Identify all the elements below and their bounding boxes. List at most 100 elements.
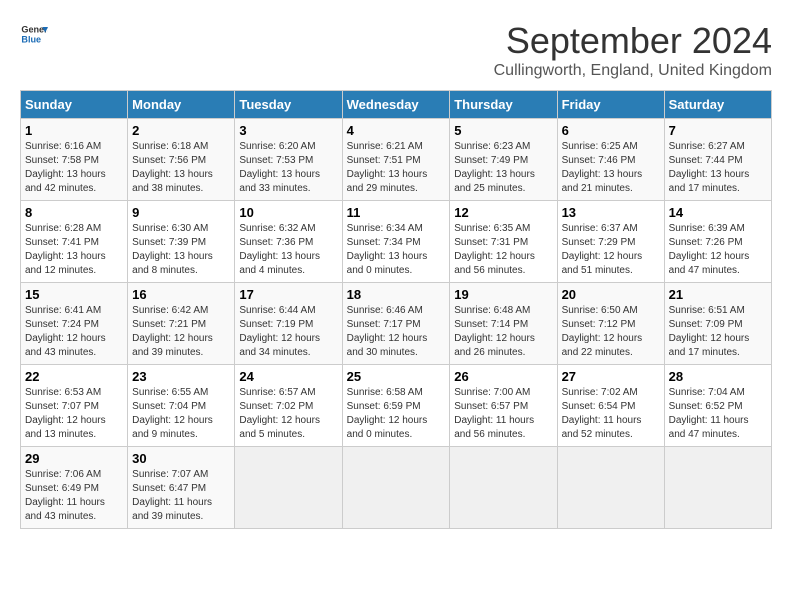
calendar-cell: 15 Sunrise: 6:41 AM Sunset: 7:24 PM Dayli… — [21, 283, 128, 365]
day-info: Sunrise: 7:00 AM Sunset: 6:57 PM Dayligh… — [454, 387, 534, 440]
calendar-cell: 25Sunrise: 6:58 AM Sunset: 6:59 PM Dayli… — [342, 365, 450, 447]
calendar-cell — [664, 447, 771, 529]
day-number: 4 — [347, 123, 446, 138]
day-number: 11 — [347, 205, 446, 220]
calendar-cell: 13Sunrise: 6:37 AM Sunset: 7:29 PM Dayli… — [557, 201, 664, 283]
day-number: 25 — [347, 369, 446, 384]
calendar-week-row: 29Sunrise: 7:06 AM Sunset: 6:49 PM Dayli… — [21, 447, 772, 529]
calendar-cell: 5 Sunrise: 6:23 AM Sunset: 7:49 PM Daylig… — [450, 119, 557, 201]
calendar-cell: 24Sunrise: 6:57 AM Sunset: 7:02 PM Dayli… — [235, 365, 342, 447]
day-info: Sunrise: 6:51 AM Sunset: 7:09 PM Dayligh… — [669, 305, 750, 358]
day-number: 5 — [454, 123, 552, 138]
day-number: 14 — [669, 205, 767, 220]
calendar-cell: 26 Sunrise: 7:00 AM Sunset: 6:57 PM Dayli… — [450, 365, 557, 447]
calendar-title: September 2024 — [494, 20, 772, 62]
calendar-cell: 23 Sunrise: 6:55 AM Sunset: 7:04 PM Dayli… — [128, 365, 235, 447]
day-info: Sunrise: 6:25 AM Sunset: 7:46 PM Dayligh… — [562, 141, 643, 194]
calendar-week-row: 15 Sunrise: 6:41 AM Sunset: 7:24 PM Dayli… — [21, 283, 772, 365]
day-number: 20 — [562, 287, 660, 302]
calendar-cell: 7 Sunrise: 6:27 AM Sunset: 7:44 PM Daylig… — [664, 119, 771, 201]
day-info: Sunrise: 6:55 AM Sunset: 7:04 PM Dayligh… — [132, 387, 213, 440]
day-number: 17 — [239, 287, 337, 302]
calendar-subtitle: Cullingworth, England, United Kingdom — [494, 62, 772, 80]
day-info: Sunrise: 6:32 AM Sunset: 7:36 PM Dayligh… — [239, 223, 320, 276]
day-info: Sunrise: 6:27 AM Sunset: 7:44 PM Dayligh… — [669, 141, 750, 194]
day-info: Sunrise: 6:42 AM Sunset: 7:21 PM Dayligh… — [132, 305, 213, 358]
day-info: Sunrise: 6:35 AM Sunset: 7:31 PM Dayligh… — [454, 223, 535, 276]
day-number: 28 — [669, 369, 767, 384]
day-info: Sunrise: 7:06 AM Sunset: 6:49 PM Dayligh… — [25, 469, 105, 522]
calendar-cell: 22 Sunrise: 6:53 AM Sunset: 7:07 PM Dayli… — [21, 365, 128, 447]
calendar-cell: 11Sunrise: 6:34 AM Sunset: 7:34 PM Dayli… — [342, 201, 450, 283]
logo-icon: General Blue — [20, 20, 48, 48]
day-number: 12 — [454, 205, 552, 220]
day-number: 9 — [132, 205, 230, 220]
day-info: Sunrise: 6:50 AM Sunset: 7:12 PM Dayligh… — [562, 305, 643, 358]
calendar-cell: 30 Sunrise: 7:07 AM Sunset: 6:47 PM Dayli… — [128, 447, 235, 529]
day-number: 30 — [132, 451, 230, 466]
calendar-cell: 9 Sunrise: 6:30 AM Sunset: 7:39 PM Daylig… — [128, 201, 235, 283]
calendar-cell — [557, 447, 664, 529]
calendar-cell: 27 Sunrise: 7:02 AM Sunset: 6:54 PM Dayli… — [557, 365, 664, 447]
day-info: Sunrise: 6:16 AM Sunset: 7:58 PM Dayligh… — [25, 141, 106, 194]
day-info: Sunrise: 7:07 AM Sunset: 6:47 PM Dayligh… — [132, 469, 212, 522]
day-info: Sunrise: 6:46 AM Sunset: 7:17 PM Dayligh… — [347, 305, 428, 358]
day-number: 3 — [239, 123, 337, 138]
day-info: Sunrise: 6:21 AM Sunset: 7:51 PM Dayligh… — [347, 141, 428, 194]
header: General Blue September 2024 Cullingworth… — [20, 20, 772, 80]
day-number: 15 — [25, 287, 123, 302]
day-info: Sunrise: 6:30 AM Sunset: 7:39 PM Dayligh… — [132, 223, 213, 276]
calendar-cell: 14 Sunrise: 6:39 AM Sunset: 7:26 PM Dayli… — [664, 201, 771, 283]
weekday-header-cell: Tuesday — [235, 91, 342, 119]
calendar-cell: 28 Sunrise: 7:04 AM Sunset: 6:52 PM Dayli… — [664, 365, 771, 447]
calendar-cell: 10 Sunrise: 6:32 AM Sunset: 7:36 PM Dayli… — [235, 201, 342, 283]
calendar-cell: 19Sunrise: 6:48 AM Sunset: 7:14 PM Dayli… — [450, 283, 557, 365]
title-area: September 2024 Cullingworth, England, Un… — [494, 20, 772, 80]
day-info: Sunrise: 6:20 AM Sunset: 7:53 PM Dayligh… — [239, 141, 320, 194]
calendar-cell: 1 Sunrise: 6:16 AM Sunset: 7:58 PM Daylig… — [21, 119, 128, 201]
weekday-header-cell: Friday — [557, 91, 664, 119]
weekday-header-cell: Wednesday — [342, 91, 450, 119]
day-number: 1 — [25, 123, 123, 138]
day-number: 16 — [132, 287, 230, 302]
svg-text:Blue: Blue — [21, 34, 41, 44]
calendar-week-row: 8Sunrise: 6:28 AM Sunset: 7:41 PM Daylig… — [21, 201, 772, 283]
calendar-cell — [235, 447, 342, 529]
day-number: 13 — [562, 205, 660, 220]
day-info: Sunrise: 6:39 AM Sunset: 7:26 PM Dayligh… — [669, 223, 750, 276]
day-number: 26 — [454, 369, 552, 384]
calendar-cell: 4 Sunrise: 6:21 AM Sunset: 7:51 PM Daylig… — [342, 119, 450, 201]
day-number: 2 — [132, 123, 230, 138]
day-number: 23 — [132, 369, 230, 384]
day-number: 8 — [25, 205, 123, 220]
day-number: 6 — [562, 123, 660, 138]
calendar-cell: 29Sunrise: 7:06 AM Sunset: 6:49 PM Dayli… — [21, 447, 128, 529]
calendar-cell: 3 Sunrise: 6:20 AM Sunset: 7:53 PM Daylig… — [235, 119, 342, 201]
calendar-cell: 2 Sunrise: 6:18 AM Sunset: 7:56 PM Daylig… — [128, 119, 235, 201]
day-info: Sunrise: 7:04 AM Sunset: 6:52 PM Dayligh… — [669, 387, 749, 440]
calendar-week-row: 22 Sunrise: 6:53 AM Sunset: 7:07 PM Dayli… — [21, 365, 772, 447]
day-info: Sunrise: 6:23 AM Sunset: 7:49 PM Dayligh… — [454, 141, 535, 194]
calendar-body: 1 Sunrise: 6:16 AM Sunset: 7:58 PM Daylig… — [21, 119, 772, 529]
day-info: Sunrise: 7:02 AM Sunset: 6:54 PM Dayligh… — [562, 387, 642, 440]
weekday-header-cell: Monday — [128, 91, 235, 119]
day-info: Sunrise: 6:48 AM Sunset: 7:14 PM Dayligh… — [454, 305, 535, 358]
day-number: 7 — [669, 123, 767, 138]
calendar-cell — [342, 447, 450, 529]
calendar-cell: 16 Sunrise: 6:42 AM Sunset: 7:21 PM Dayli… — [128, 283, 235, 365]
day-info: Sunrise: 6:18 AM Sunset: 7:56 PM Dayligh… — [132, 141, 213, 194]
weekday-header-cell: Sunday — [21, 91, 128, 119]
calendar-cell: 18 Sunrise: 6:46 AM Sunset: 7:17 PM Dayli… — [342, 283, 450, 365]
day-number: 24 — [239, 369, 337, 384]
day-number: 10 — [239, 205, 337, 220]
calendar-cell: 17Sunrise: 6:44 AM Sunset: 7:19 PM Dayli… — [235, 283, 342, 365]
day-info: Sunrise: 6:53 AM Sunset: 7:07 PM Dayligh… — [25, 387, 106, 440]
day-number: 27 — [562, 369, 660, 384]
day-info: Sunrise: 6:41 AM Sunset: 7:24 PM Dayligh… — [25, 305, 106, 358]
day-number: 18 — [347, 287, 446, 302]
calendar-cell: 12 Sunrise: 6:35 AM Sunset: 7:31 PM Dayli… — [450, 201, 557, 283]
day-number: 21 — [669, 287, 767, 302]
weekday-header-cell: Thursday — [450, 91, 557, 119]
day-number: 22 — [25, 369, 123, 384]
calendar-cell: 21 Sunrise: 6:51 AM Sunset: 7:09 PM Dayli… — [664, 283, 771, 365]
